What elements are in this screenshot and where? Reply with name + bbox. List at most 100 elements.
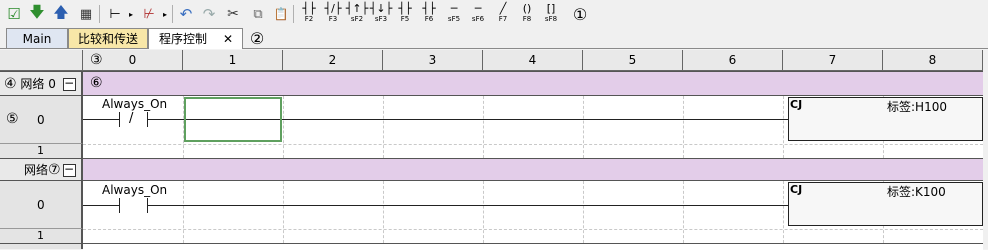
- cell-cursor[interactable]: [184, 97, 282, 142]
- marker-3: ③: [90, 52, 103, 68]
- column-header-2: 2: [283, 50, 383, 71]
- column-label: 0: [128, 53, 137, 67]
- cut-icon[interactable]: ✂: [224, 4, 242, 24]
- dropdown-arrow-icon[interactable]: ▸: [128, 4, 134, 24]
- tab-label: 程序控制: [159, 32, 208, 46]
- instruction-key: F5: [400, 15, 410, 23]
- grid-column-line: [283, 96, 284, 158]
- instruction-key: F6: [424, 15, 434, 23]
- marker-2: ②: [249, 28, 265, 48]
- grid-row-line: [83, 229, 983, 230]
- jump-tag: 标签:H100: [887, 100, 947, 114]
- instruction-key: sF5: [447, 15, 461, 23]
- contact-bar-left: [119, 198, 120, 213]
- copy-icon[interactable]: ⧉: [249, 4, 267, 24]
- instruction-key: F3: [328, 15, 338, 23]
- grid-column-line: [383, 181, 384, 243]
- marker-5: ⑤: [6, 111, 19, 127]
- toolbar-separator: [293, 5, 294, 23]
- network-comment-bar-0[interactable]: ⑥: [83, 71, 983, 96]
- instruction-key: sF3: [374, 15, 388, 23]
- marker-1: ①: [572, 4, 588, 24]
- instruction-button-sf5[interactable]: ─ sF5: [443, 2, 465, 24]
- grid-column-line: [483, 181, 484, 243]
- column-header-7: 7: [783, 50, 883, 71]
- redo-icon[interactable]: ↷: [200, 4, 218, 24]
- instruction-button-f6[interactable]: ┤├ F6: [418, 2, 440, 24]
- grid-column-line: [683, 181, 684, 243]
- dropdown-arrow-icon[interactable]: ▸: [162, 4, 168, 24]
- instruction-icon: ┤/├: [324, 2, 342, 15]
- instruction-icon: ┤↓├: [369, 2, 393, 15]
- instruction-button-sf3[interactable]: ┤↓├ sF3: [369, 2, 393, 24]
- column-header-0: ③ 0: [83, 50, 183, 71]
- network-label: 网络: [24, 163, 49, 177]
- column-header-1: 1: [183, 50, 283, 71]
- check-icon[interactable]: ☑: [5, 4, 23, 24]
- delete-contact-icon[interactable]: ⊬: [138, 4, 160, 24]
- jump-tag: 标签:K100: [887, 185, 946, 199]
- tab-compare-transfer[interactable]: 比较和传送: [68, 28, 148, 48]
- scroll-margin: [983, 50, 988, 249]
- instruction-button-f5[interactable]: ┤├ F5: [394, 3, 416, 24]
- tab-bar: Main 比较和传送 程序控制 ✕ ②: [0, 28, 988, 49]
- upload-icon[interactable]: 🡅: [52, 3, 70, 24]
- monitor-icon[interactable]: ▦: [77, 4, 95, 24]
- instruction-icon: (): [522, 2, 532, 15]
- power-wire: [83, 205, 120, 206]
- toolbar-separator: [172, 5, 173, 23]
- instruction-button-f8[interactable]: () F8: [516, 2, 538, 24]
- power-wire: [83, 119, 120, 120]
- close-icon[interactable]: ✕: [223, 29, 233, 49]
- toolbar-separator: [99, 5, 100, 23]
- row-number: 0: [37, 113, 45, 127]
- instruction-button-sf2[interactable]: ┤↑├ sF2: [345, 2, 369, 24]
- marker-6: ⑥: [90, 75, 103, 91]
- nc-contact-slash: /: [129, 111, 134, 126]
- cj-instruction-box[interactable]: CJ 标签:K100: [788, 182, 983, 226]
- undo-icon[interactable]: ↶: [177, 4, 195, 24]
- grid-column-line: [683, 96, 684, 158]
- download-icon[interactable]: 🡇: [28, 3, 46, 24]
- instruction-key: sF2: [350, 15, 364, 23]
- instruction-button-f3[interactable]: ┤/├ F3: [322, 2, 344, 24]
- instruction-key: F7: [498, 15, 508, 23]
- column-header-6: 6: [683, 50, 783, 71]
- marker-7: ⑦: [48, 162, 61, 178]
- network-comment-bar-1[interactable]: [83, 158, 983, 181]
- row-header-2: 0: [0, 181, 83, 229]
- grid-column-line: [583, 96, 584, 158]
- instruction-button-f7[interactable]: ╱ F7: [492, 3, 514, 24]
- rung-wire: [148, 205, 788, 206]
- instruction-name: CJ: [790, 98, 803, 111]
- toolbar: ☑ 🡇 🡅 ▦ ⊢ ▸ ⊬ ▸ ↶ ↷ ✂ ⧉ 📋 ┤├ F2 ┤/├ F3 ┤↑├ sF…: [0, 0, 988, 28]
- cj-instruction-box[interactable]: CJ 标签:H100: [788, 97, 983, 141]
- instruction-icon: ┤├: [422, 2, 436, 15]
- instruction-button-f2[interactable]: ┤├ F2: [298, 3, 320, 24]
- network-label: 网络 0: [20, 77, 56, 91]
- contact-label: Always_On: [102, 97, 168, 111]
- instruction-button-sf6[interactable]: ─ sF6: [467, 3, 489, 24]
- tab-program-control[interactable]: 程序控制 ✕: [148, 28, 243, 49]
- ladder-editor[interactable]: ③ 0 1 2 3 4 5 6 7 8 ④ 网络 0 − ⑥ ⑤ 0 1 网络⑦…: [0, 50, 988, 250]
- row-header-4: [0, 243, 83, 249]
- column-header-5: 5: [583, 50, 683, 71]
- grid-column-line: [483, 96, 484, 158]
- instruction-icon: ┤↑├: [345, 2, 369, 15]
- instruction-key: F2: [304, 15, 314, 23]
- instruction-icon: ─: [450, 2, 458, 15]
- paste-icon[interactable]: 📋: [272, 4, 290, 24]
- tab-main[interactable]: Main: [6, 28, 68, 48]
- instruction-key: sF8: [544, 15, 558, 23]
- instruction-button-sf8[interactable]: [] sF8: [540, 3, 562, 24]
- insert-contact-icon[interactable]: ⊢: [104, 4, 126, 24]
- grid-column-line: [183, 181, 184, 243]
- corner-header: [0, 50, 83, 71]
- column-header-8: 8: [883, 50, 983, 71]
- collapse-toggle[interactable]: −: [62, 77, 76, 91]
- contact-label: Always_On: [102, 183, 168, 197]
- grid-column-line: [383, 96, 384, 158]
- collapse-toggle[interactable]: −: [62, 163, 76, 177]
- column-header-4: 4: [483, 50, 583, 71]
- network-header-0: ④ 网络 0 −: [0, 71, 83, 96]
